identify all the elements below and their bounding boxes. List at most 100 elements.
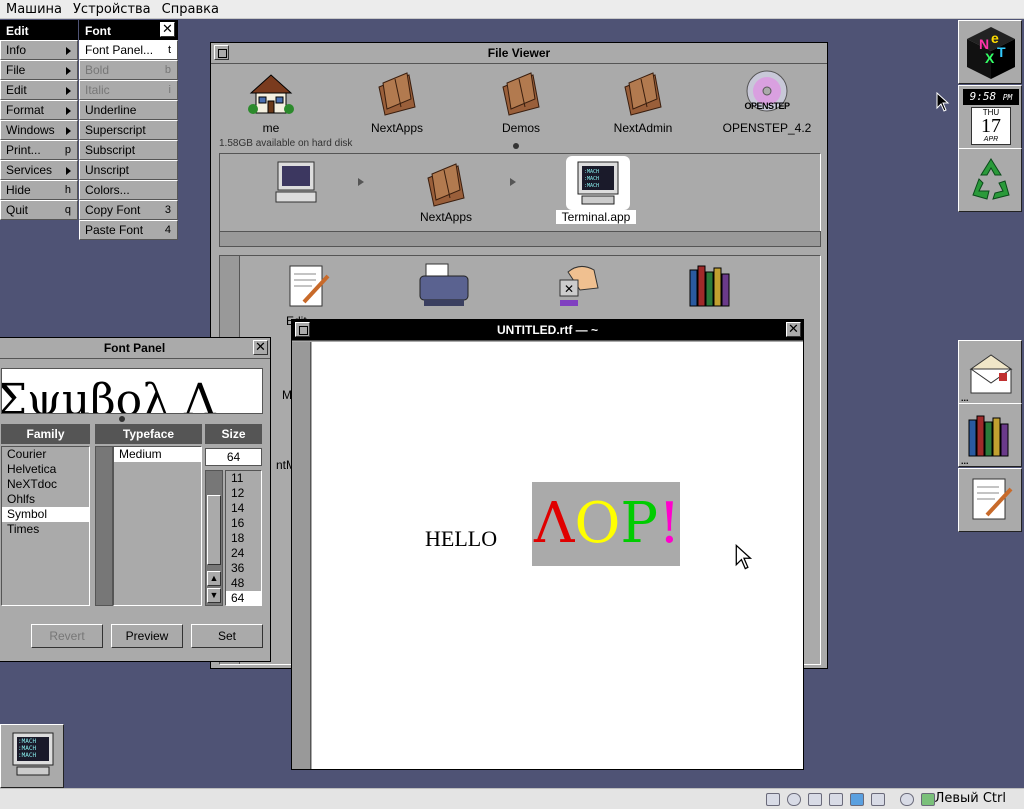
menu-item-info[interactable]: Info bbox=[0, 40, 78, 60]
document-titlebar[interactable]: UNTITLED.rtf — ~ ✕ bbox=[292, 320, 803, 341]
size-item[interactable]: 48 bbox=[226, 576, 261, 591]
menu-item-print[interactable]: Print... p bbox=[0, 140, 78, 160]
mouse-integration-icon[interactable] bbox=[900, 793, 914, 806]
shared-folder-icon[interactable] bbox=[850, 793, 864, 806]
family-item-courier[interactable]: Courier bbox=[2, 447, 89, 462]
menu-item-bold[interactable]: Bold b bbox=[79, 60, 178, 80]
dock-edit[interactable] bbox=[958, 468, 1022, 532]
menu-item-format[interactable]: Format bbox=[0, 100, 78, 120]
miniaturize-button[interactable] bbox=[295, 322, 310, 337]
symbol-letter: Λ bbox=[534, 491, 575, 556]
document-scrollbar[interactable] bbox=[292, 342, 311, 769]
size-field[interactable]: 64 bbox=[205, 448, 262, 466]
home-icon[interactable] bbox=[247, 69, 295, 117]
family-item-nextdoc[interactable]: NeXTdoc bbox=[2, 477, 89, 492]
size-item[interactable]: 11 bbox=[226, 471, 261, 486]
scroll-down-arrow-icon[interactable]: ▼ bbox=[207, 588, 221, 603]
size-item[interactable]: 24 bbox=[226, 546, 261, 561]
grab-app-icon[interactable]: ✕ bbox=[550, 262, 606, 310]
dock-next-logo[interactable]: N e X T bbox=[958, 20, 1022, 84]
mail-icon bbox=[969, 354, 1013, 394]
dock-mail[interactable]: ... bbox=[958, 340, 1022, 404]
fax-reader-icon[interactable] bbox=[416, 262, 472, 310]
host-menu-machine[interactable]: Машина bbox=[0, 0, 67, 18]
file-viewer-titlebar[interactable]: File Viewer bbox=[211, 43, 827, 64]
size-item[interactable]: 36 bbox=[226, 561, 261, 576]
terminal-miniwindow[interactable]: :MACH :MACH :MACH bbox=[0, 724, 64, 788]
shelf-resize-dot[interactable] bbox=[513, 143, 519, 149]
menu-item-edit[interactable]: Edit bbox=[0, 80, 78, 100]
menu-item-file[interactable]: File bbox=[0, 60, 78, 80]
menu-item-paste-font[interactable]: Paste Font 4 bbox=[79, 220, 178, 240]
dock-recycler[interactable] bbox=[958, 148, 1022, 212]
menu-item-services[interactable]: Services bbox=[0, 160, 78, 180]
next-cube-icon: N e X T bbox=[967, 27, 1015, 79]
menu-item-superscript[interactable]: Superscript bbox=[79, 120, 178, 140]
folder-icon[interactable] bbox=[373, 69, 421, 117]
menu-item-italic[interactable]: Italic i bbox=[79, 80, 178, 100]
preview-button[interactable]: Preview bbox=[111, 624, 183, 648]
librarian-icon[interactable] bbox=[686, 262, 738, 310]
document-text-area[interactable]: HELLO ΛΟΡ! bbox=[312, 342, 803, 769]
menu-item-hide[interactable]: Hide h bbox=[0, 180, 78, 200]
typeface-scrollbar[interactable] bbox=[95, 446, 113, 606]
menu-item-font-panel[interactable]: Font Panel... t bbox=[79, 40, 178, 60]
menu-item-subscript[interactable]: Subscript bbox=[79, 140, 178, 160]
size-list: 11 12 14 16 18 24 36 48 64 bbox=[225, 470, 262, 606]
edit-app-icon[interactable] bbox=[284, 262, 332, 310]
display-icon[interactable] bbox=[871, 793, 885, 806]
folder-icon[interactable] bbox=[619, 69, 667, 117]
terminal-icon[interactable]: :MACH :MACH :MACH bbox=[574, 160, 622, 208]
typeface-item-medium[interactable]: Medium bbox=[114, 447, 201, 462]
edit-main-menu: Edit Info File Edit Format Windows Print… bbox=[0, 20, 78, 220]
host-menu-help[interactable]: Справка bbox=[156, 0, 224, 18]
close-icon[interactable]: ✕ bbox=[253, 340, 268, 355]
optical-drive-icon[interactable] bbox=[787, 793, 801, 806]
clock-time: 9:58 bbox=[969, 90, 997, 103]
recycle-icon bbox=[972, 158, 1010, 200]
size-scroll-knob[interactable] bbox=[207, 495, 221, 565]
path-label-terminal: Terminal.app bbox=[556, 210, 636, 224]
family-item-times[interactable]: Times bbox=[2, 522, 89, 537]
keyboard-capture-icon[interactable] bbox=[921, 793, 935, 806]
shelf: me NextApps Demos NextAdmin OPENSTEP OPE… bbox=[211, 65, 827, 153]
revert-button[interactable]: Revert bbox=[31, 624, 103, 648]
preview-resize-dot[interactable] bbox=[119, 416, 125, 422]
close-icon[interactable]: ✕ bbox=[160, 22, 175, 37]
scroll-up-arrow-icon[interactable]: ▲ bbox=[207, 571, 221, 586]
floppy-icon[interactable] bbox=[808, 793, 822, 806]
dock-librarian[interactable]: ... bbox=[958, 403, 1022, 467]
menu-item-colors[interactable]: Colors... bbox=[79, 180, 178, 200]
size-item[interactable]: 12 bbox=[226, 486, 261, 501]
network-icon[interactable] bbox=[829, 793, 843, 806]
close-icon[interactable]: ✕ bbox=[786, 322, 801, 337]
edit-menu-title[interactable]: Edit bbox=[0, 20, 78, 40]
size-scrollbar[interactable]: ▲ ▼ bbox=[205, 470, 223, 606]
svg-text:T: T bbox=[997, 44, 1006, 60]
menu-item-copy-font[interactable]: Copy Font 3 bbox=[79, 200, 178, 220]
svg-text::MACH: :MACH bbox=[584, 169, 599, 175]
dock-clock[interactable]: 9:58 PM THU 17 APR bbox=[958, 85, 1022, 149]
size-item[interactable]: 16 bbox=[226, 516, 261, 531]
font-panel-titlebar[interactable]: Font Panel ✕ bbox=[0, 338, 270, 359]
menu-item-windows[interactable]: Windows bbox=[0, 120, 78, 140]
miniaturize-button[interactable] bbox=[214, 45, 229, 60]
family-item-helvetica[interactable]: Helvetica bbox=[2, 462, 89, 477]
set-button[interactable]: Set bbox=[191, 624, 263, 648]
size-item[interactable]: 18 bbox=[226, 531, 261, 546]
family-item-symbol[interactable]: Symbol bbox=[2, 507, 89, 522]
family-item-ohlfs[interactable]: Ohlfs bbox=[2, 492, 89, 507]
size-item-selected[interactable]: 64 bbox=[226, 591, 261, 606]
path-arrow-icon bbox=[358, 178, 364, 186]
host-menu-devices[interactable]: Устройства bbox=[67, 0, 156, 18]
menu-item-underline[interactable]: Underline bbox=[79, 100, 178, 120]
menu-item-quit[interactable]: Quit q bbox=[0, 200, 78, 220]
hard-disk-icon[interactable] bbox=[766, 793, 780, 806]
computer-icon[interactable] bbox=[272, 158, 320, 206]
size-item[interactable]: 14 bbox=[226, 501, 261, 516]
folder-icon[interactable] bbox=[422, 160, 470, 208]
browser-scrollbar[interactable] bbox=[219, 231, 821, 247]
folder-icon[interactable] bbox=[497, 69, 545, 117]
menu-item-unscript[interactable]: Unscript bbox=[79, 160, 178, 180]
hello-text: HELLO bbox=[425, 526, 498, 551]
